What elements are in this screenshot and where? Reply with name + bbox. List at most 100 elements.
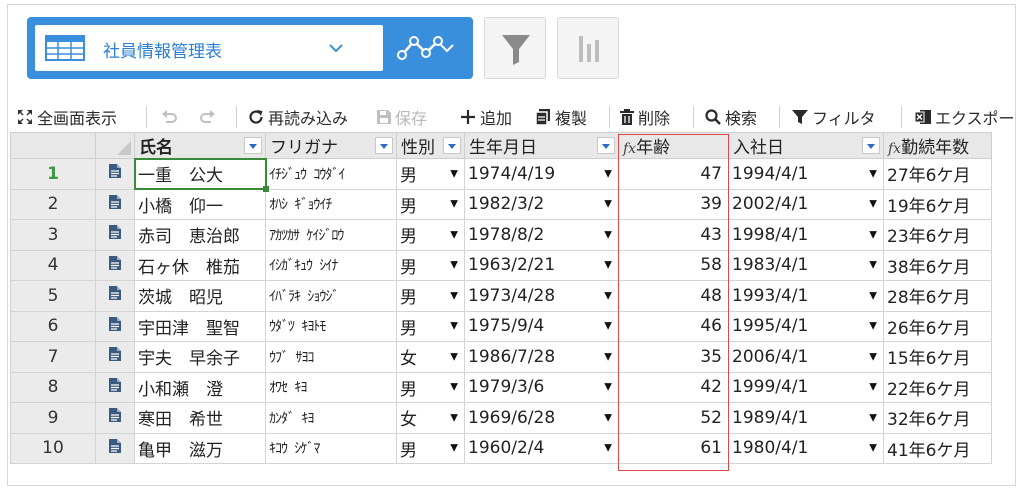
column-header-birth[interactable]: 生年月日 (464, 132, 619, 159)
cell-gender[interactable]: 男 ▼ (396, 280, 465, 312)
cell-gender[interactable]: 女 ▼ (396, 402, 465, 434)
table-row[interactable]: 6 宇田津 聖智 ｳﾀﾞﾂ ｷﾖﾄﾓ男 ▼ 1975/9/4 ▼ 46 1995/4/1 ▼ 26… (10, 310, 992, 342)
cell-gender[interactable]: 男 ▼ (396, 219, 465, 251)
cell-name[interactable]: 石ヶ休 椎茄 (134, 249, 266, 281)
chart-tool-button[interactable] (557, 17, 619, 79)
cell-joined[interactable]: 1994/4/1 ▼ (728, 158, 884, 190)
row-number[interactable]: 7 (10, 341, 96, 373)
column-menu-icon[interactable] (244, 137, 262, 154)
chevron-down-icon[interactable] (327, 39, 345, 57)
record-detail-button[interactable] (95, 310, 135, 342)
table-row[interactable]: 5 茨城 昭児 ｲﾊﾞﾗｷ ｼｮｳｼﾞ男 ▼ 1973/4/28 ▼ 48 1993/4/1 ▼… (10, 280, 992, 312)
cell-joined[interactable]: 1999/4/1 ▼ (728, 371, 884, 403)
dropdown-arrow-icon[interactable]: ▼ (450, 443, 458, 454)
dropdown-arrow-icon[interactable]: ▼ (869, 168, 877, 179)
cell-kana[interactable]: ｲﾊﾞﾗｷ ｼｮｳｼﾞ (265, 280, 397, 312)
cell-kana[interactable]: ｵﾊｼ ｷﾞｮｳｲﾁ (265, 188, 397, 220)
record-detail-button[interactable] (95, 371, 135, 403)
cell-birth[interactable]: 1973/4/28 ▼ (464, 280, 619, 312)
column-menu-icon[interactable] (375, 137, 393, 154)
dropdown-arrow-icon[interactable]: ▼ (604, 351, 612, 362)
dropdown-arrow-icon[interactable]: ▼ (604, 382, 612, 393)
delete-button[interactable]: 削除 (619, 105, 670, 129)
table-row[interactable]: 7 宇夫 早余子 ｳﾌﾞ ｻﾖｺ女 ▼ 1986/7/28 ▼ 35 2006/4/1 ▼ 15年… (10, 341, 992, 373)
column-header-joined[interactable]: 入社日 (728, 132, 884, 159)
dropdown-arrow-icon[interactable]: ▼ (450, 260, 458, 271)
dropdown-arrow-icon[interactable]: ▼ (450, 321, 458, 332)
cell-gender[interactable]: 男 ▼ (396, 188, 465, 220)
table-row[interactable]: 4 石ヶ休 椎茄 ｲｼｶﾞｷｭｳ ｼｲﾅ男 ▼ 1963/2/21 ▼ 58 1983/4/1… (10, 249, 992, 281)
search-button[interactable]: 検索 (704, 105, 757, 129)
column-header-gender[interactable]: 性別 (396, 132, 465, 159)
record-detail-button[interactable] (95, 280, 135, 312)
column-menu-icon[interactable] (443, 137, 461, 154)
dropdown-arrow-icon[interactable]: ▼ (604, 168, 612, 179)
cell-kana[interactable]: ｳﾌﾞ ｻﾖｺ (265, 341, 397, 373)
record-detail-button[interactable] (95, 341, 135, 373)
column-menu-icon[interactable] (862, 137, 880, 154)
undo-button[interactable] (159, 105, 182, 129)
dropdown-arrow-icon[interactable]: ▼ (450, 412, 458, 423)
fullscreen-button[interactable]: 全画面表示 (16, 105, 117, 129)
dropdown-arrow-icon[interactable]: ▼ (869, 199, 877, 210)
cell-name[interactable]: 亀甲 滋万 (134, 432, 266, 464)
dropdown-arrow-icon[interactable]: ▼ (869, 229, 877, 240)
cell-kana[interactable]: ｳﾀﾞﾂ ｷﾖﾄﾓ (265, 310, 397, 342)
row-number[interactable]: 1 (10, 158, 96, 190)
row-number[interactable]: 10 (10, 432, 96, 464)
cell-name[interactable]: 寒田 希世 (134, 402, 266, 434)
table-row[interactable]: 1 一重 公大 ｲﾁｼﾞｭｳ ｺｳﾀﾞｲ男 ▼ 1974/4/19 ▼ 47 1994/4/1… (10, 158, 992, 190)
cell-joined[interactable]: 1995/4/1 ▼ (728, 310, 884, 342)
row-number[interactable]: 8 (10, 371, 96, 403)
cell-birth[interactable]: 1969/6/28 ▼ (464, 402, 619, 434)
column-header-tenure[interactable]: fx勤続年数 (883, 132, 992, 159)
table-row[interactable]: 9 寒田 希世 ｶﾝﾀﾞ ｷﾖ女 ▼ 1969/6/28 ▼ 52 1989/4/1 ▼ 32年6… (10, 402, 992, 434)
cell-name[interactable]: 小和瀬 澄 (134, 371, 266, 403)
cell-joined[interactable]: 1989/4/1 ▼ (728, 402, 884, 434)
row-number[interactable]: 2 (10, 188, 96, 220)
cell-name[interactable]: 宇夫 早余子 (134, 341, 266, 373)
cell-birth[interactable]: 1974/4/19 ▼ (464, 158, 619, 190)
record-detail-button[interactable] (95, 158, 135, 190)
dropdown-arrow-icon[interactable]: ▼ (869, 351, 877, 362)
dropdown-arrow-icon[interactable]: ▼ (604, 229, 612, 240)
cell-name[interactable]: 宇田津 聖智 (134, 310, 266, 342)
cell-birth[interactable]: 1963/2/21 ▼ (464, 249, 619, 281)
cell-name[interactable]: 赤司 恵治郎 (134, 219, 266, 251)
record-detail-button[interactable] (95, 188, 135, 220)
reload-button[interactable]: 再読み込み (247, 105, 348, 129)
table-row[interactable]: 8 小和瀬 澄ｵﾜｾ ｷﾖ男 ▼ 1979/3/6 ▼ 42 1999/4/1 ▼ 22年6ケ月 (10, 371, 992, 403)
dropdown-arrow-icon[interactable]: ▼ (869, 412, 877, 423)
row-number[interactable]: 4 (10, 249, 96, 281)
cell-joined[interactable]: 1983/4/1 ▼ (728, 249, 884, 281)
cell-gender[interactable]: 男 ▼ (396, 310, 465, 342)
column-header-kana[interactable]: フリガナ (265, 132, 397, 159)
dropdown-arrow-icon[interactable]: ▼ (450, 199, 458, 210)
dropdown-arrow-icon[interactable]: ▼ (450, 229, 458, 240)
row-number[interactable]: 6 (10, 310, 96, 342)
column-menu-icon[interactable] (597, 137, 615, 154)
dropdown-arrow-icon[interactable]: ▼ (450, 168, 458, 179)
dropdown-arrow-icon[interactable]: ▼ (869, 443, 877, 454)
dropdown-arrow-icon[interactable]: ▼ (604, 199, 612, 210)
cell-birth[interactable]: 1978/8/2 ▼ (464, 219, 619, 251)
column-header-age[interactable]: fx年齢 (618, 132, 729, 159)
redo-button[interactable] (198, 105, 221, 129)
cell-birth[interactable]: 1975/9/4 ▼ (464, 310, 619, 342)
cell-birth[interactable]: 1986/7/28 ▼ (464, 341, 619, 373)
dropdown-arrow-icon[interactable]: ▼ (604, 260, 612, 271)
row-number[interactable]: 3 (10, 219, 96, 251)
cell-kana[interactable]: ｲﾁｼﾞｭｳ ｺｳﾀﾞｲ (265, 158, 397, 190)
dropdown-arrow-icon[interactable]: ▼ (604, 412, 612, 423)
cell-kana[interactable]: ｵﾜｾ ｷﾖ (265, 371, 397, 403)
filter-tool-button[interactable] (484, 17, 546, 79)
cell-joined[interactable]: 2006/4/1 ▼ (728, 341, 884, 373)
export-button[interactable]: エクスポー (914, 105, 1014, 129)
cell-name[interactable]: 茨城 昭児 (134, 280, 266, 312)
cell-kana[interactable]: ｶﾝﾀﾞ ｷﾖ (265, 402, 397, 434)
cell-joined[interactable]: 2002/4/1 ▼ (728, 188, 884, 220)
record-detail-button[interactable] (95, 402, 135, 434)
dropdown-arrow-icon[interactable]: ▼ (869, 382, 877, 393)
row-number[interactable]: 5 (10, 280, 96, 312)
cell-birth[interactable]: 1979/3/6 ▼ (464, 371, 619, 403)
